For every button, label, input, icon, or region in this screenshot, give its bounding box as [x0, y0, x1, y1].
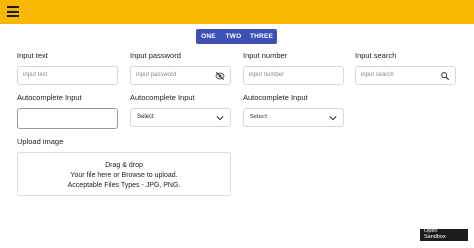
autocomplete-select-3[interactable]: Select [243, 108, 344, 127]
upload-dropzone[interactable]: Drag & drop Your file here or Browse to … [17, 152, 231, 196]
autocomplete-input-1[interactable] [17, 108, 118, 129]
tab-three[interactable]: THREE [246, 29, 277, 44]
top-app-bar [0, 0, 474, 24]
autocomplete-select-2[interactable]: Select [130, 108, 231, 127]
dropzone-line-3: Acceptable Files Types - JPG, PNG. [67, 182, 181, 189]
search-input[interactable]: input search [355, 66, 456, 85]
dropzone-line-1: Drag & drop [105, 162, 143, 169]
hamburger-menu-icon[interactable] [7, 6, 19, 17]
chevron-down-icon [216, 116, 224, 121]
password-input-placeholder: input password [136, 72, 177, 78]
tab-one[interactable]: ONE [196, 29, 221, 44]
autocomplete-label-1: Autocomplete Input [17, 93, 82, 102]
autocomplete-label-2: Autocomplete Input [130, 93, 195, 102]
tab-group: ONE TWO THREE [196, 29, 277, 44]
input-text-label: Input text [17, 51, 48, 60]
search-input-placeholder: input search [361, 72, 394, 78]
chevron-down-icon [329, 116, 337, 121]
upload-image-label: Upload image [17, 137, 64, 146]
password-input[interactable]: input password [130, 66, 231, 85]
open-sandbox-line-2: Sandbox [424, 233, 446, 240]
autocomplete-label-3: Autocomplete Input [243, 93, 308, 102]
input-password-label: Input password [130, 51, 181, 60]
search-icon[interactable] [440, 71, 450, 81]
number-input[interactable]: input number [243, 66, 344, 85]
input-search-label: Input search [355, 51, 397, 60]
tab-two[interactable]: TWO [221, 29, 246, 44]
text-input-placeholder: input text [23, 72, 48, 78]
number-input-placeholder: input number [249, 72, 285, 78]
eye-off-icon[interactable] [215, 71, 225, 81]
dropzone-line-2: Your file here or Browse to upload. [70, 172, 178, 179]
autocomplete-select-2-value: Select [137, 114, 154, 120]
open-sandbox-button[interactable]: Open Sandbox [420, 228, 468, 241]
autocomplete-select-3-value: Select [250, 114, 268, 120]
input-number-label: Input number [243, 51, 288, 60]
text-input[interactable]: input text [17, 66, 118, 85]
